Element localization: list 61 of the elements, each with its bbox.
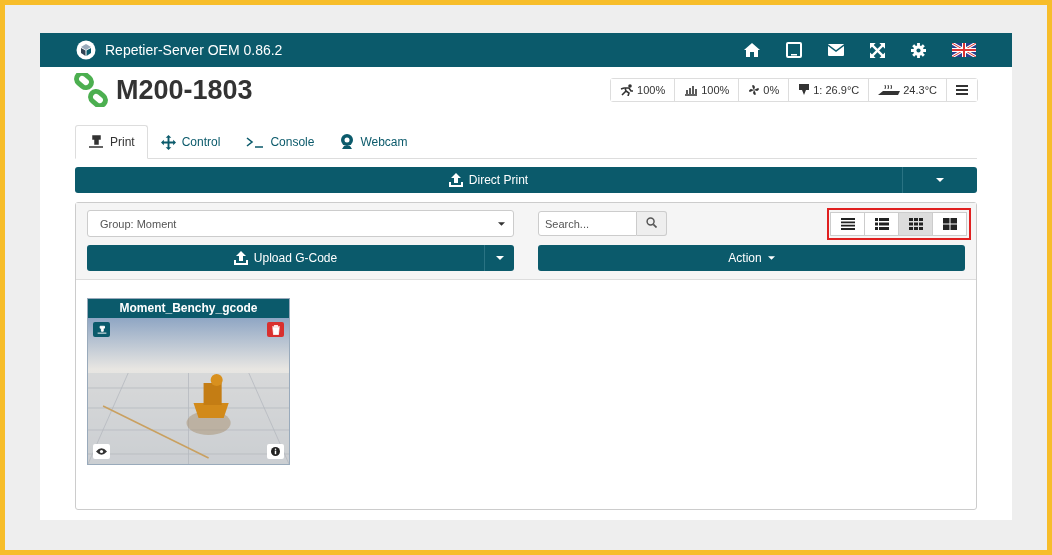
expand-icon[interactable] [870,42,885,58]
view-button[interactable] [93,444,110,459]
tab[interactable]: Print [75,125,148,159]
status-value: 0% [763,84,780,96]
search-button[interactable] [637,211,667,236]
file-card[interactable]: Moment_Benchy_gcode [87,298,290,465]
tab[interactable]: Console [233,125,328,159]
upload-icon [448,173,463,187]
status-value: 24.3°C [903,84,937,96]
view-mode-button[interactable] [898,211,933,236]
flag-icon[interactable] [952,43,976,57]
trash-icon [271,324,280,335]
runner-icon [620,84,635,96]
move-icon [160,134,176,150]
webcam-icon [340,134,355,150]
settings-icon[interactable] [911,42,926,58]
print-button[interactable] [93,322,110,337]
status-value: 100% [637,84,666,96]
direct-print-button[interactable]: Direct Print [75,167,902,193]
tablet-icon[interactable] [786,42,802,58]
caret-icon [498,221,505,226]
caret-icon [767,256,775,260]
grid-icon [908,217,923,230]
flow-icon [684,84,699,96]
status-value: 1: 26.9°C [813,84,860,96]
view-mode-button[interactable] [830,211,865,236]
app-title: Repetier-Server OEM 0.86.2 [105,42,283,58]
cube-logo-icon [76,40,96,60]
info-icon [271,447,280,456]
info-button[interactable] [267,444,284,459]
search-field[interactable]: Search... [538,211,637,236]
eye-icon [96,448,107,455]
tab[interactable]: Webcam [327,125,421,159]
delete-button[interactable] [267,322,284,337]
printer-name: M200-1803 [116,74,253,106]
upload-icon [233,251,248,265]
nozzle-icon [798,84,811,96]
group-select[interactable]: Group: Moment [87,210,514,237]
home-icon[interactable] [744,43,760,57]
list-icon [874,217,889,230]
fan-icon [748,84,761,96]
tiles-icon [942,217,957,230]
print-icon [88,135,104,149]
terminal-icon [246,136,265,148]
dropdown-button[interactable] [484,245,514,271]
view-mode-button[interactable] [932,211,967,236]
action-button[interactable]: Action [538,245,965,271]
menu-icon [956,85,968,95]
heated-bed-icon [878,84,901,96]
status-value: 100% [701,84,730,96]
status-item[interactable]: 100% [611,79,676,101]
caret-icon [495,256,504,260]
print-icon [96,324,107,335]
view-mode-button[interactable] [864,211,899,236]
upload-gcode-button[interactable]: Upload G-Code [87,245,484,271]
tab[interactable]: Control [147,125,234,159]
mail-icon[interactable] [828,44,844,56]
search-icon [646,217,657,228]
file-name: Moment_Benchy_gcode [88,299,289,318]
caret-icon [936,178,944,182]
lines-icon [840,217,855,230]
